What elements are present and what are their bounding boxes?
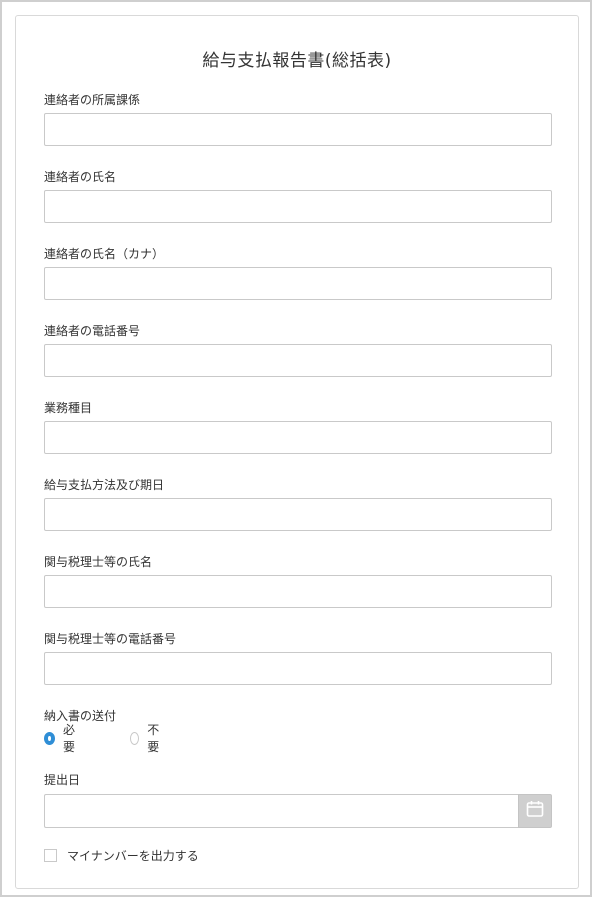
label-tax-accountant-phone: 関与税理士等の電話番号 — [44, 632, 177, 646]
radio-required-label: 必要 — [62, 723, 75, 754]
radio-option-required[interactable]: 必要 — [44, 723, 77, 754]
radio-required-indicator[interactable] — [44, 731, 55, 745]
tax-accountant-name-input[interactable] — [44, 575, 552, 608]
payment-method-input[interactable] — [44, 498, 552, 531]
form-card: 給与支払報告書(総括表) 連絡者の所属課係 連絡者の氏名 連絡者の氏名（カナ） … — [15, 15, 579, 889]
window-frame: 給与支払報告書(総括表) 連絡者の所属課係 連絡者の氏名 連絡者の氏名（カナ） … — [0, 0, 592, 897]
label-delivery: 納入書の送付 — [44, 709, 117, 723]
label-contact-name-kana: 連絡者の氏名（カナ） — [44, 247, 165, 261]
label-business-type: 業務種目 — [44, 401, 93, 415]
label-contact-department: 連絡者の所属課係 — [44, 93, 141, 107]
label-contact-name: 連絡者の氏名 — [44, 170, 117, 184]
radio-not-required-label: 不要 — [147, 723, 160, 754]
business-type-input[interactable] — [44, 421, 552, 454]
label-contact-phone: 連絡者の電話番号 — [44, 324, 141, 338]
form-title: 給与支払報告書(総括表) — [202, 51, 392, 71]
label-payment-method: 給与支払方法及び期日 — [44, 478, 165, 492]
submit-date-picker — [44, 794, 552, 828]
tax-accountant-phone-input[interactable] — [44, 652, 552, 685]
my-number-checkbox-row[interactable]: マイナンバーを出力する — [44, 846, 199, 864]
calendar-button[interactable] — [518, 794, 552, 828]
my-number-checkbox-label: マイナンバーを出力する — [67, 848, 199, 863]
my-number-checkbox[interactable] — [44, 848, 57, 862]
calendar-icon — [526, 800, 544, 822]
contact-phone-input[interactable] — [44, 344, 552, 377]
radio-not-required-indicator[interactable] — [130, 731, 140, 745]
contact-name-kana-input[interactable] — [44, 267, 552, 300]
label-tax-accountant-name: 関与税理士等の氏名 — [44, 555, 153, 569]
contact-department-input[interactable] — [44, 113, 552, 146]
label-submit-date: 提出日 — [44, 773, 81, 787]
submit-date-input[interactable] — [44, 794, 518, 828]
contact-name-input[interactable] — [44, 190, 552, 223]
radio-option-not-required[interactable]: 不要 — [130, 723, 163, 754]
